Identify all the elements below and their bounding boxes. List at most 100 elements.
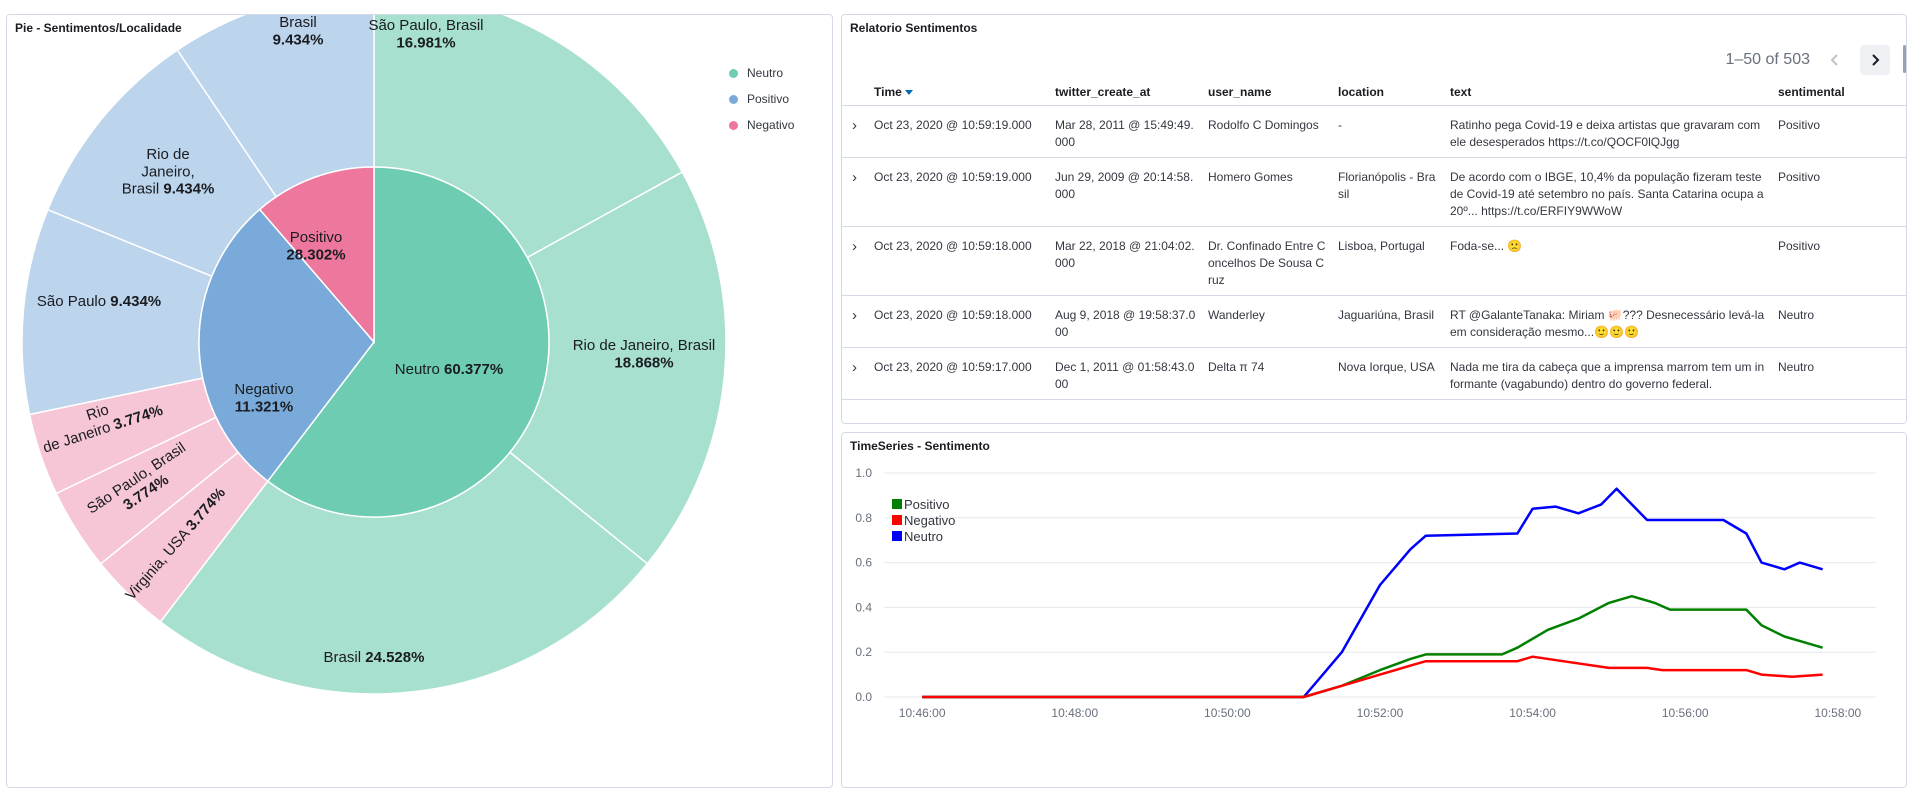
table-row[interactable]: › Oct 23, 2020 @ 10:59:19.000 Jun 29, 2009… (842, 157, 1906, 227)
pie-slice-label: Brasil 24.528% (324, 649, 425, 666)
cell-location: Jaguariúna, Brasil (1332, 295, 1444, 348)
y-tick-label: 0.6 (855, 556, 872, 570)
chevron-right-icon[interactable]: › (842, 157, 868, 227)
cell-time: Oct 23, 2020 @ 10:59:18.000 (868, 226, 1049, 296)
x-tick-label: 10:56:00 (1662, 706, 1709, 720)
legend-swatch (892, 515, 902, 525)
table-row[interactable]: › Oct 23, 2020 @ 10:59:17.000 Dec 1, 2011 … (842, 347, 1906, 400)
pie-slice-label: Positivo 28.302% (286, 229, 345, 263)
cell-user-name: Rodolfo C Domingos (1202, 105, 1332, 158)
pie-slice-label: Brasil 9.434% (273, 15, 324, 48)
series-line-neutro (922, 487, 1823, 699)
pie-panel: Pie - Sentimentos/Localidade Neutro 60.3… (6, 14, 833, 788)
scrollbar[interactable] (1903, 45, 1906, 73)
cell-user-name: Wanderley (1202, 295, 1332, 348)
x-tick-label: 10:48:00 (1051, 706, 1098, 720)
legend-label: Neutro (904, 528, 944, 544)
pie-chart: Neutro 60.377% Positivo 28.302% Negativo 11.… (21, 15, 727, 695)
legend-swatch (892, 531, 902, 541)
column-header-sentimental[interactable]: sentimental (1772, 79, 1906, 106)
y-tick-label: 0.0 (855, 690, 872, 704)
table-row[interactable]: › Oct 23, 2020 @ 10:59:18.000 Mar 22, 2018… (842, 226, 1906, 296)
pie-slice-label: Negativo 11.321% (234, 381, 293, 415)
sort-desc-icon[interactable] (904, 90, 913, 96)
y-tick-label: 0.8 (855, 511, 872, 525)
x-tick-label: 10:52:00 (1357, 706, 1404, 720)
x-tick-label: 10:54:00 (1509, 706, 1556, 720)
cell-text: Ratinho pega Covid-19 e deixa artistas q… (1444, 105, 1772, 158)
cell-sentimental: Positivo (1772, 105, 1906, 158)
cell-time: Oct 23, 2020 @ 10:59:18.000 (868, 295, 1049, 348)
cell-user-name: Delta π 74 (1202, 347, 1332, 400)
report-panel: Relatorio Sentimentos 1–50 of 503 Time t… (841, 14, 1907, 424)
expander-header (842, 79, 868, 106)
legend-item-negativo[interactable]: Negativo (892, 512, 955, 528)
column-header-twitter-create-at[interactable]: twitter_create_at (1049, 79, 1202, 106)
column-label: Time (874, 84, 902, 99)
legend-item-neutro[interactable]: Neutro (729, 60, 794, 86)
cell-time: Oct 23, 2020 @ 10:59:17.000 (868, 347, 1049, 400)
cell-location: Lisboa, Portugal (1332, 226, 1444, 296)
y-tick-label: 0.4 (855, 600, 872, 614)
series-line-positivo (922, 594, 1823, 699)
cell-created: Jun 29, 2009 @ 20:14:58.000 (1049, 157, 1202, 227)
report-table: Time twitter_create_at user_name locatio… (842, 79, 1906, 400)
legend-item-positivo[interactable]: Positivo (892, 496, 955, 512)
legend-label: Negativo (904, 512, 956, 528)
legend-label: Neutro (747, 66, 784, 80)
pagination: 1–50 of 503 (1725, 45, 1890, 75)
x-tick-label: 10:50:00 (1204, 706, 1251, 720)
legend-label: Positivo (747, 92, 790, 106)
timeseries-panel: TimeSeries - Sentimento 0.0 0.2 0.4 0.6 0.8 1… (841, 432, 1907, 788)
chevron-left-icon[interactable] (1820, 45, 1850, 75)
series-line-negativo (922, 655, 1823, 699)
cell-location: Nova Iorque, USA (1332, 347, 1444, 400)
legend-item-neutro[interactable]: Neutro (892, 528, 955, 544)
cell-user-name: Dr. Confinado Entre Concelhos De Sousa C… (1202, 226, 1332, 296)
timeseries-legend: Positivo Negativo Neutro (892, 496, 955, 544)
cell-user-name: Homero Gomes (1202, 157, 1332, 227)
cell-created: Mar 28, 2011 @ 15:49:49.000 (1049, 105, 1202, 158)
cell-sentimental: Neutro (1772, 295, 1906, 348)
chevron-right-icon[interactable]: › (842, 295, 868, 348)
cell-text: Nada me tira da cabeça que a imprensa ma… (1444, 347, 1772, 400)
column-header-user-name[interactable]: user_name (1202, 79, 1332, 106)
legend-dot (729, 120, 738, 130)
legend-dot (729, 68, 738, 78)
report-panel-title: Relatorio Sentimentos (850, 21, 978, 35)
chevron-right-icon[interactable]: › (842, 347, 868, 400)
table-row[interactable]: › Oct 23, 2020 @ 10:59:19.000 Mar 28, 2011… (842, 105, 1906, 158)
cell-sentimental: Neutro (1772, 347, 1906, 400)
column-header-time[interactable]: Time (868, 79, 1049, 106)
y-tick-label: 0.2 (855, 645, 872, 659)
x-tick-label: 10:58:00 (1814, 706, 1861, 720)
legend-label: Positivo (904, 496, 950, 512)
pie-slice-label: Neutro 60.377% (395, 361, 503, 378)
cell-text: RT @GalanteTanaka: Miriam 🐖??? Desnecess… (1444, 295, 1772, 348)
column-header-text[interactable]: text (1444, 79, 1772, 106)
pie-slice-label: São Paulo 9.434% (37, 293, 161, 310)
cell-time: Oct 23, 2020 @ 10:59:19.000 (868, 105, 1049, 158)
column-header-location[interactable]: location (1332, 79, 1444, 106)
cell-time: Oct 23, 2020 @ 10:59:19.000 (868, 157, 1049, 227)
cell-text: De acordo com o IBGE, 10,4% da população… (1444, 157, 1772, 227)
cell-created: Mar 22, 2018 @ 21:04:02.000 (1049, 226, 1202, 296)
cell-created: Dec 1, 2011 @ 01:58:43.000 (1049, 347, 1202, 400)
y-tick-label: 1.0 (855, 466, 872, 480)
chevron-right-icon[interactable]: › (842, 105, 868, 158)
table-row[interactable]: › Oct 23, 2020 @ 10:59:18.000 Aug 9, 2018 … (842, 295, 1906, 348)
legend-swatch (892, 499, 902, 509)
legend-label: Negativo (747, 118, 795, 132)
legend-item-positivo[interactable]: Positivo (729, 86, 794, 112)
cell-text: Foda-se... 🙁 (1444, 226, 1772, 296)
pie-legend: Neutro Positivo Negativo (729, 60, 794, 138)
chevron-right-icon[interactable] (1860, 45, 1890, 75)
legend-dot (729, 94, 738, 104)
cell-location: - (1332, 105, 1444, 158)
cell-location: Florianópolis - Brasil (1332, 157, 1444, 227)
x-tick-label: 10:46:00 (899, 706, 946, 720)
legend-item-negativo[interactable]: Negativo (729, 112, 794, 138)
cell-sentimental: Positivo (1772, 226, 1906, 296)
pagination-text: 1–50 of 503 (1725, 51, 1810, 68)
chevron-right-icon[interactable]: › (842, 226, 868, 296)
